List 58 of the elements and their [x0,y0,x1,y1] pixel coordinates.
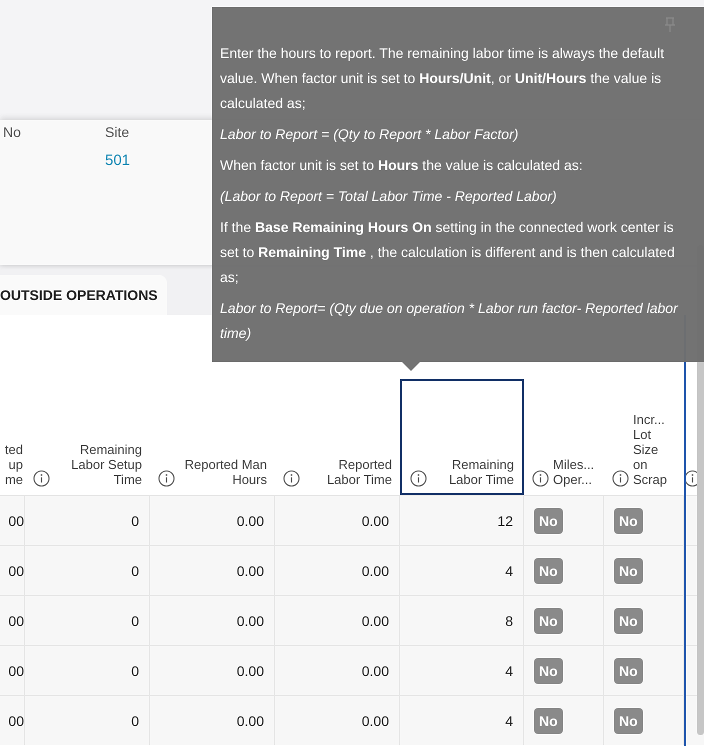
table-cell: 00 [8,712,24,728]
field-value-link[interactable]: 501 [105,152,130,169]
tab[interactable]: OUTSIDE OPERATIONS [0,275,167,315]
tooltip-paragraph: Labor to Report= (Qty due on operation * Labor run factor- Reported labor time) [220,299,680,343]
field-label: No [3,124,21,140]
table-cell: 4 [505,662,513,678]
status-badge: No [534,558,563,584]
table-cell: 0 [131,612,139,628]
info-icon[interactable] [33,470,50,487]
table-cell: 0.00 [236,562,264,578]
table-cell: 0 [131,512,139,528]
table-cell: 0 [131,662,139,678]
column-header[interactable]: ted up me [0,379,25,495]
field-label: Site [105,124,130,140]
table-cell: 00 [8,662,24,678]
column-header[interactable]: Miles... Oper... [524,379,604,495]
status-badge: No [614,708,643,734]
status-badge: No [534,708,563,734]
status-badge: No [614,608,643,634]
status-badge: No [534,508,563,534]
column-header[interactable]: Reported Labor Time [275,379,400,495]
column-header[interactable]: Reported Man Hours [150,379,275,495]
status-badge: No [614,658,643,684]
table-cell: 0.00 [236,662,264,678]
tooltip-paragraph: Enter the hours to report. The remaining labor time is always the default value. When factor unit is set to Hours/Unit, or Unit/Hours the value is calculated as; [220,44,666,113]
tooltip-paragraph: If the Base Remaining Hours On setting in the connected work center is set to Remaining Time , the calculation is different and is then calculated as; [220,218,676,287]
table-cell: 00 [8,512,24,528]
table-cell: 8 [505,612,513,628]
status-badge: No [534,658,563,684]
info-icon[interactable] [158,470,175,487]
table-cell: 0.00 [236,612,264,628]
column-header[interactable]: Remaining Labor Setup Time [25,379,150,495]
table-cell: 00 [8,562,24,578]
info-icon[interactable] [532,470,549,487]
table-cell: 0.00 [362,662,389,678]
status-badge: No [614,558,643,584]
status-badge: No [534,608,563,634]
table-cell: 0.00 [362,562,389,578]
column-header[interactable]: Incr... Lot Size on Scrap [604,379,684,495]
info-icon[interactable] [612,470,629,487]
table-cell: 0.00 [362,512,389,528]
info-icon[interactable] [283,470,300,487]
tooltip-paragraph: Labor to Report = (Qty to Report * Labor Factor) [220,125,520,144]
table-cell: 0.00 [362,712,389,728]
status-badge: No [614,508,643,534]
tooltip-paragraph: (Labor to Report = Total Labor Time - Reported Labor) [220,187,558,206]
table-cell: 0.00 [236,712,264,728]
info-icon[interactable] [410,470,427,487]
table-cell: 0 [131,562,139,578]
table-cell: 0.00 [236,512,264,528]
table-cell: 12 [497,512,513,528]
table-cell: 4 [505,562,513,578]
table-cell: 4 [505,712,513,728]
table-cell: 0 [131,712,139,728]
table-cell: 0.00 [362,612,389,628]
table-cell: 00 [8,612,24,628]
column-header[interactable]: Remaining Labor Time [400,379,524,495]
tooltip-paragraph: When factor unit is set to Hours the value is calculated as: [220,156,584,175]
